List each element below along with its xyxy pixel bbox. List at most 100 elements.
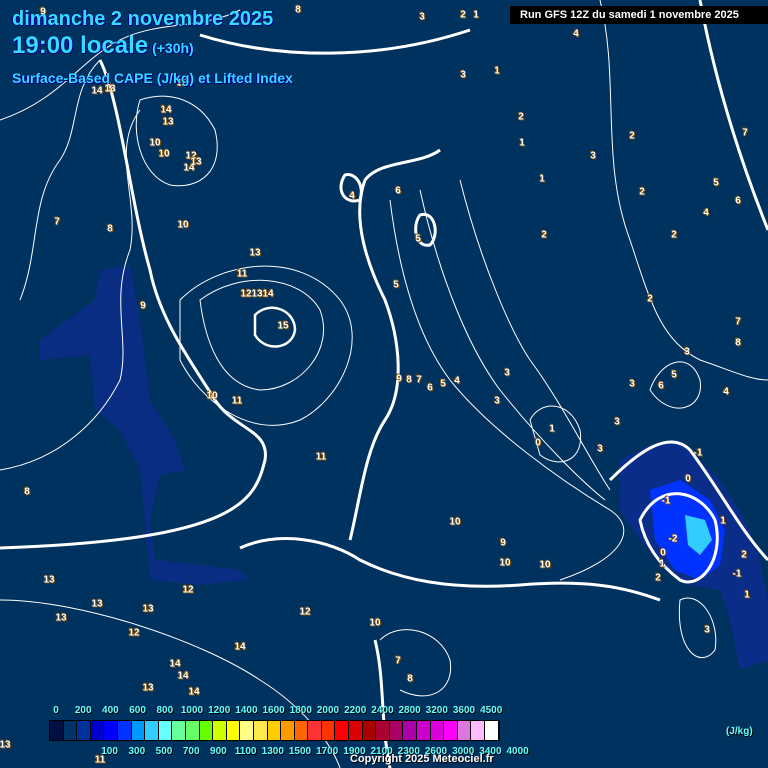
li-value-label: 5 xyxy=(415,233,421,245)
li-value-label: 5 xyxy=(440,378,446,390)
legend-swatch xyxy=(90,721,105,740)
li-value-label: 8 xyxy=(735,337,741,349)
legend-tick-bottom: 1300 xyxy=(261,746,284,757)
li-value-label: 8 xyxy=(407,673,413,685)
legend-swatch xyxy=(172,721,186,740)
li-value-label: 13 xyxy=(249,247,261,259)
li-value-label: 7 xyxy=(54,216,60,228)
li-value-label: 1 xyxy=(494,65,500,77)
legend-tick-bottom: 100 xyxy=(101,746,118,757)
li-value-label: 12 xyxy=(182,584,194,596)
legend-swatch xyxy=(417,721,431,740)
li-value-label: 2 xyxy=(655,572,661,584)
legend-tick-top: 1000 xyxy=(180,705,204,716)
li-value-label: 14 xyxy=(234,641,246,653)
legend-swatch xyxy=(294,721,309,740)
legend-swatch xyxy=(403,721,418,740)
legend-tick-top: 2000 xyxy=(316,705,340,716)
legend-swatch xyxy=(253,721,268,740)
model-run-banner: Run GFS 12Z du samedi 1 novembre 2025 xyxy=(510,6,768,24)
li-value-label: 2 xyxy=(671,229,677,241)
lead-time: (+30h) xyxy=(152,40,194,56)
legend-tick-top: 1800 xyxy=(289,705,312,716)
legend-unit: (J/kg) xyxy=(726,726,753,737)
legend-swatch xyxy=(145,721,159,740)
legend-swatch xyxy=(50,721,64,740)
legend-swatch xyxy=(77,721,91,740)
li-value-label: 9 xyxy=(396,373,402,385)
li-value-label: 10 xyxy=(206,390,218,402)
li-value-label: 3 xyxy=(704,624,710,636)
forecast-time: 19:00 locale (+30h) xyxy=(12,32,194,60)
legend-tick-top: 2400 xyxy=(371,705,394,716)
legend-tick-top: 3200 xyxy=(425,705,448,716)
li-value-label: -2 xyxy=(668,533,678,545)
legend-swatch xyxy=(471,721,485,740)
li-value-label: 3 xyxy=(629,378,635,390)
li-value-label: 9 xyxy=(500,537,506,549)
legend-tick-top: 800 xyxy=(156,705,174,716)
li-value-label: 1 xyxy=(549,423,555,435)
li-value-label: 1 xyxy=(519,137,525,149)
weather-map: 9 8 3 2 1 4 3 1 14 13 12 14 13 10 10 12 13 14 2 1 2 3 1 2 5 7 6 4 6 4… xyxy=(0,0,768,768)
li-value-label: -1 xyxy=(693,447,703,459)
map-subtitle: Surface-Based CAPE (J/kg) et Lifted Inde… xyxy=(12,70,293,86)
li-value-label: 6 xyxy=(735,195,741,207)
li-value-label: 1 xyxy=(659,558,665,570)
legend-swatch xyxy=(104,721,118,740)
legend-tick-top: 1600 xyxy=(262,705,285,716)
li-value-label: -1 xyxy=(732,568,742,580)
li-value-label: 14 xyxy=(177,670,189,682)
legend-tick-top: 2800 xyxy=(398,705,421,716)
li-value-label: 4 xyxy=(454,375,460,387)
li-value-label: 1 xyxy=(539,173,545,185)
li-value-label: 13 xyxy=(91,598,103,610)
li-value-label: 4 xyxy=(703,207,709,219)
li-value-label: 14 xyxy=(262,288,274,300)
legend-swatch xyxy=(444,721,458,740)
li-value-label: 12 xyxy=(128,627,140,639)
li-value-label: 12 xyxy=(240,288,252,300)
li-value-label: 2 xyxy=(629,130,635,142)
li-value-label: 6 xyxy=(427,382,433,394)
li-value-label: 13 xyxy=(251,288,263,300)
li-value-label: 13 xyxy=(142,682,154,694)
legend-tick-bottom: 4000 xyxy=(506,746,529,757)
legend-swatch xyxy=(281,721,295,740)
li-value-label: 5 xyxy=(671,369,677,381)
li-value-label: 13 xyxy=(55,612,67,624)
legend-tick-bottom: 1500 xyxy=(288,746,312,757)
legend-tick-top: 200 xyxy=(74,705,92,716)
legend-tick-top: 4500 xyxy=(480,705,503,716)
li-value-label: 3 xyxy=(597,443,603,455)
li-value-label: 3 xyxy=(614,416,620,428)
legend-tick-top: 1200 xyxy=(208,705,231,716)
li-value-label: 2 xyxy=(647,293,653,305)
legend-swatch xyxy=(226,721,241,740)
legend-swatch xyxy=(308,721,322,740)
legend-swatch xyxy=(213,721,227,740)
legend-tick-bottom: 900 xyxy=(210,746,227,757)
li-value-label: 3 xyxy=(460,69,466,81)
li-value-label: 10 xyxy=(149,137,161,149)
li-value-label: 2 xyxy=(518,111,524,123)
legend-tick-top: 400 xyxy=(102,705,119,716)
li-value-label: 10 xyxy=(158,148,170,160)
legend-tick-bottom: 1100 xyxy=(234,746,257,757)
legend-swatch xyxy=(321,721,336,740)
li-value-label: 10 xyxy=(499,557,511,569)
li-value-label: 8 xyxy=(107,223,113,235)
li-value-label: 14 xyxy=(188,686,200,698)
li-value-label: 13 xyxy=(162,116,174,128)
li-value-label: 6 xyxy=(658,380,664,392)
li-value-label: 13 xyxy=(43,574,55,586)
cape-li-map xyxy=(0,0,768,768)
legend-swatch xyxy=(267,721,282,740)
li-value-label: 11 xyxy=(236,268,248,280)
li-value-label: 8 xyxy=(406,374,412,386)
li-value-label: 11 xyxy=(315,451,327,463)
legend-tick-top: 2200 xyxy=(344,705,367,716)
li-value-label: 5 xyxy=(393,279,399,291)
li-value-label: 4 xyxy=(723,386,729,398)
li-value-label: 1 xyxy=(473,9,479,21)
